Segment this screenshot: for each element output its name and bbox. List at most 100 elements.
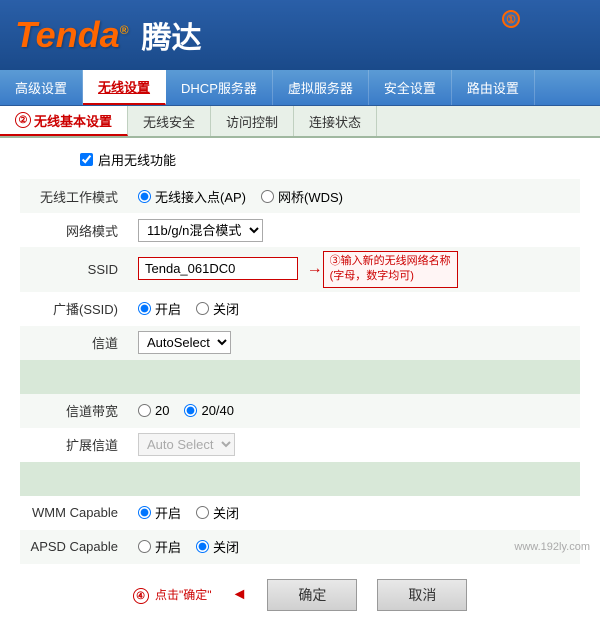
wmm-row: WMM Capable 开启 关闭	[20, 496, 580, 530]
work-mode-wds-text: 网桥(WDS)	[278, 187, 343, 206]
bandwidth-row: 信道带宽 20 20/40	[20, 394, 580, 428]
header-circle-num: ①	[502, 10, 520, 28]
header: Tenda® 腾达 ①	[0, 0, 600, 70]
watermark: www.192ly.com	[514, 541, 590, 553]
enable-wireless-row: 启用无线功能	[20, 150, 580, 169]
cancel-button[interactable]: 取消	[377, 579, 467, 611]
enable-wireless-checkbox[interactable]	[80, 153, 93, 166]
channel-select[interactable]: AutoSelect 1 6 11	[138, 331, 231, 354]
network-mode-row: 网络模式 11b/g/n混合模式 11b模式 11g模式 11n模式	[20, 213, 580, 247]
broadcast-off-label[interactable]: 关闭	[196, 299, 239, 318]
logo: Tenda® 腾达	[15, 13, 202, 57]
sub-nav-security[interactable]: 无线安全	[128, 106, 211, 136]
work-mode-wds-radio[interactable]	[261, 190, 274, 203]
main-nav: 高级设置 无线设置 DHCP服务器 虚拟服务器 安全设置 路由设置	[0, 70, 600, 106]
apsd-label: APSD Capable	[20, 530, 130, 564]
ext-channel-select[interactable]: Auto Select	[138, 433, 235, 456]
ext-channel-label: 扩展信道	[20, 428, 130, 462]
nav-item-dhcp[interactable]: DHCP服务器	[166, 70, 273, 105]
bandwidth-2040-text: 20/40	[201, 403, 234, 418]
wmm-on-text: 开启	[155, 503, 181, 522]
apsd-on-radio[interactable]	[138, 540, 151, 553]
sub-nav-basic[interactable]: ② 无线基本设置	[0, 106, 128, 136]
ssid-label: SSID	[20, 247, 130, 292]
separator-row-1	[20, 360, 580, 394]
wmm-radio-group: 开启 关闭	[138, 503, 572, 522]
apsd-on-text: 开启	[155, 537, 181, 556]
bandwidth-value: 20 20/40	[130, 394, 580, 428]
network-mode-value: 11b/g/n混合模式 11b模式 11g模式 11n模式	[130, 213, 580, 247]
apsd-off-radio[interactable]	[196, 540, 209, 553]
wmm-on-radio[interactable]	[138, 506, 151, 519]
ext-channel-value-cell: Auto Select	[130, 428, 580, 462]
broadcast-off-radio[interactable]	[196, 302, 209, 315]
wmm-off-label[interactable]: 关闭	[196, 503, 239, 522]
button-row: ④ 点击"确定" ◄ 确定 取消	[20, 564, 580, 621]
bandwidth-20-label[interactable]: 20	[138, 403, 169, 418]
ext-channel-row: 扩展信道 Auto Select	[20, 428, 580, 462]
network-mode-select[interactable]: 11b/g/n混合模式 11b模式 11g模式 11n模式	[138, 219, 263, 242]
apsd-off-text: 关闭	[213, 537, 239, 556]
wmm-off-radio[interactable]	[196, 506, 209, 519]
ssid-input[interactable]	[138, 257, 298, 280]
channel-label: 信道	[20, 326, 130, 360]
work-mode-radio-group: 无线接入点(AP) 网桥(WDS)	[138, 187, 572, 206]
separator-row-2	[20, 462, 580, 496]
broadcast-radio-group: 开启 关闭	[138, 299, 572, 318]
bandwidth-radio-group: 20 20/40	[138, 403, 572, 418]
broadcast-on-label[interactable]: 开启	[138, 299, 181, 318]
nav-item-advanced[interactable]: 高级设置	[0, 70, 83, 105]
bandwidth-20-radio[interactable]	[138, 404, 151, 417]
sub-nav-access[interactable]: 访问控制	[211, 106, 294, 136]
ssid-arrow-icon: →	[307, 260, 323, 278]
ssid-annotation-box: ③输入新的无线网络名称(字母，数字均可)	[323, 251, 458, 288]
work-mode-ap-label[interactable]: 无线接入点(AP)	[138, 187, 246, 206]
channel-row: 信道 AutoSelect 1 6 11	[20, 326, 580, 360]
sub-nav-connection[interactable]: 连接状态	[294, 106, 377, 136]
nav-item-route[interactable]: 路由设置	[452, 70, 535, 105]
network-mode-label: 网络模式	[20, 213, 130, 247]
ssid-row: SSID → ③输入新的无线网络名称(字母，数字均可)	[20, 247, 580, 292]
logo-reg: ®	[120, 23, 129, 37]
step4-annotation: ④ 点击"确定"	[133, 586, 212, 605]
ssid-value-cell: → ③输入新的无线网络名称(字母，数字均可)	[130, 247, 580, 292]
wmm-value: 开启 关闭	[130, 496, 580, 530]
work-mode-ap-text: 无线接入点(AP)	[155, 187, 246, 206]
apsd-row: APSD Capable 开启 关闭	[20, 530, 580, 564]
nav-item-security[interactable]: 安全设置	[369, 70, 452, 105]
work-mode-ap-radio[interactable]	[138, 190, 151, 203]
settings-table: 无线工作模式 无线接入点(AP) 网桥(WDS) 网络模式	[20, 179, 580, 564]
logo-cn: 腾达	[142, 13, 202, 57]
bandwidth-label: 信道带宽	[20, 394, 130, 428]
bandwidth-20-text: 20	[155, 403, 169, 418]
bandwidth-2040-label[interactable]: 20/40	[184, 403, 234, 418]
work-mode-value: 无线接入点(AP) 网桥(WDS)	[130, 179, 580, 213]
sub-nav: ② 无线基本设置 无线安全 访问控制 连接状态	[0, 106, 600, 138]
ssid-annotation: → ③输入新的无线网络名称(字母，数字均可)	[307, 251, 458, 288]
broadcast-row: 广播(SSID) 开启 关闭	[20, 292, 580, 326]
wmm-off-text: 关闭	[213, 503, 239, 522]
nav-item-virtual[interactable]: 虚拟服务器	[273, 70, 369, 105]
apsd-on-label[interactable]: 开启	[138, 537, 181, 556]
bandwidth-2040-radio[interactable]	[184, 404, 197, 417]
submit-button[interactable]: 确定	[267, 579, 357, 611]
broadcast-on-text: 开启	[155, 299, 181, 318]
broadcast-on-radio[interactable]	[138, 302, 151, 315]
enable-wireless-label: 启用无线功能	[98, 150, 176, 169]
wmm-label: WMM Capable	[20, 496, 130, 530]
apsd-radio-group: 开启 关闭	[138, 537, 572, 556]
step4-text: 点击"确定"	[155, 588, 212, 602]
wmm-on-label[interactable]: 开启	[138, 503, 181, 522]
step4-arrow-icon: ◄	[232, 586, 248, 604]
work-mode-label: 无线工作模式	[20, 179, 130, 213]
content-area: 启用无线功能 无线工作模式 无线接入点(AP) 网桥(WDS)	[0, 138, 600, 633]
broadcast-value: 开启 关闭	[130, 292, 580, 326]
apsd-off-label[interactable]: 关闭	[196, 537, 239, 556]
sub-nav-basic-label: 无线基本设置	[34, 111, 112, 130]
step4-circle: ④	[133, 588, 149, 604]
broadcast-off-text: 关闭	[213, 299, 239, 318]
nav-item-wireless[interactable]: 无线设置	[83, 70, 166, 105]
logo-en: Tenda	[15, 14, 120, 55]
sub-nav-circle: ②	[15, 112, 31, 128]
work-mode-wds-label[interactable]: 网桥(WDS)	[261, 187, 343, 206]
